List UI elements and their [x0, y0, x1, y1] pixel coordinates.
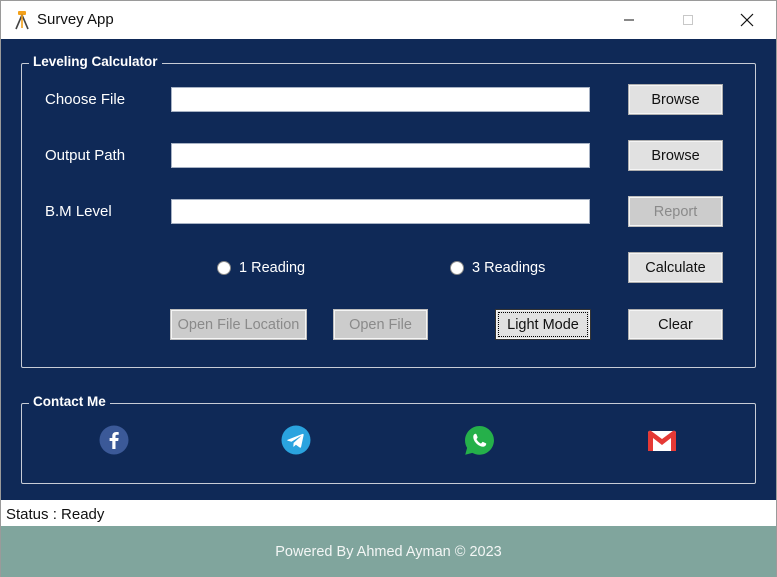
radio-one-reading[interactable]: 1 Reading [217, 260, 305, 276]
open-file-location-button[interactable]: Open File Location [170, 309, 307, 340]
browse-output-button[interactable]: Browse [628, 140, 723, 171]
telegram-icon[interactable] [281, 425, 311, 455]
radio-one-dot[interactable] [217, 261, 231, 275]
minimize-button[interactable] [599, 1, 659, 39]
browse-file-button[interactable]: Browse [628, 84, 723, 115]
radio-three-label: 3 Readings [472, 260, 546, 276]
facebook-icon[interactable] [99, 425, 129, 455]
clear-button[interactable]: Clear [628, 309, 723, 340]
radio-one-label: 1 Reading [239, 260, 306, 276]
footer: Powered By Ahmed Ayman © 2023 [1, 526, 776, 577]
window-title: Survey App [37, 11, 114, 28]
minimize-icon [624, 19, 634, 21]
radio-three-dot[interactable] [450, 261, 464, 275]
main-panel: Leveling Calculator Choose File Browse O… [1, 39, 776, 500]
contact-group-title: Contact Me [29, 394, 110, 409]
leveling-group-title: Leveling Calculator [29, 54, 162, 69]
choose-file-label: Choose File [45, 91, 126, 108]
surveyor-tripod-icon [13, 10, 31, 30]
light-mode-button[interactable]: Light Mode [495, 309, 591, 340]
whatsapp-icon[interactable] [464, 425, 494, 455]
radio-three-readings[interactable]: 3 Readings [450, 260, 545, 276]
title-bar: Survey App [1, 1, 776, 39]
app-window: Survey App Leveling Calculator Choose Fi… [0, 0, 777, 577]
close-button[interactable] [717, 1, 777, 39]
maximize-icon [683, 15, 693, 25]
maximize-button[interactable] [658, 1, 718, 39]
status-bar: Status : Ready [1, 502, 776, 526]
close-icon [740, 13, 754, 27]
open-file-button[interactable]: Open File [333, 309, 428, 340]
status-text: Status : Ready [6, 506, 105, 523]
bm-level-label: B.M Level [45, 203, 112, 220]
output-path-input[interactable] [171, 143, 590, 168]
report-button[interactable]: Report [628, 196, 723, 227]
output-path-label: Output Path [45, 147, 126, 164]
gmail-icon[interactable] [646, 425, 676, 455]
choose-file-input[interactable] [171, 87, 590, 112]
bm-level-input[interactable] [171, 199, 590, 224]
footer-credit: Powered By Ahmed Ayman © 2023 [275, 543, 502, 560]
calculate-button[interactable]: Calculate [628, 252, 723, 283]
